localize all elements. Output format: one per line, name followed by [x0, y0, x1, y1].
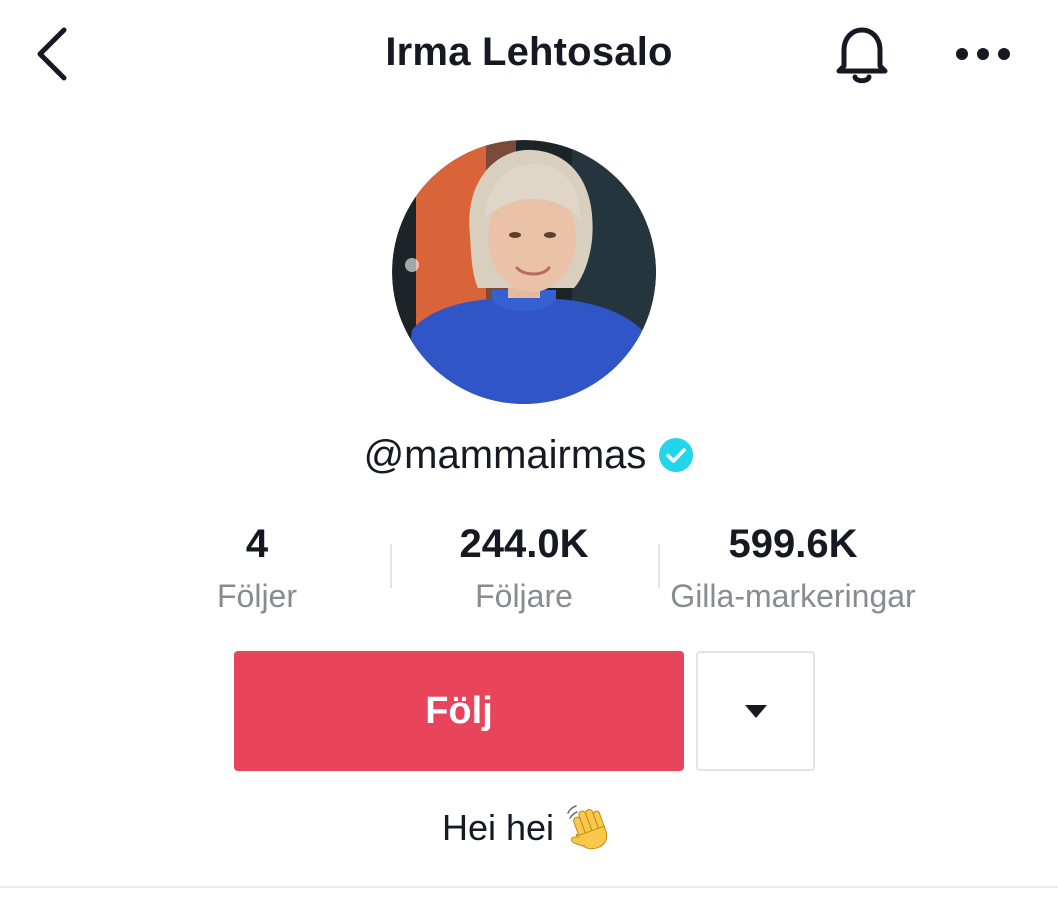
profile-page: Irma Lehtosalo @mammairmas 4 Följer 244.…: [0, 0, 1058, 910]
followers-count: 244.0K: [459, 522, 589, 566]
stat-divider: [390, 544, 392, 588]
profile-name-title: Irma Lehtosalo: [385, 30, 673, 74]
more-options-button[interactable]: [950, 32, 1016, 76]
following-count: 4: [245, 522, 269, 566]
stat-likes[interactable]: 599.6K Gilla-markeringar: [648, 518, 938, 618]
follow-button[interactable]: Följ: [234, 651, 684, 771]
handle-row: @mammairmas: [0, 430, 1058, 480]
avatar-photo: [392, 140, 656, 404]
profile-bio: Hei hei: [441, 807, 555, 848]
more-horizontal-icon: [956, 48, 1010, 60]
likes-count: 599.6K: [728, 522, 858, 566]
following-label: Följer: [216, 578, 297, 614]
followers-label: Följare: [475, 578, 573, 614]
bell-icon: [836, 27, 888, 84]
suggested-accounts-dropdown-button[interactable]: [696, 651, 815, 771]
caret-down-icon: [744, 705, 767, 718]
stat-followers[interactable]: 244.0K Följare: [424, 518, 624, 618]
notifications-button[interactable]: [830, 20, 894, 88]
profile-avatar[interactable]: [392, 140, 656, 404]
bio-row: Hei hei: [0, 800, 1058, 856]
verified-badge-icon: [659, 438, 694, 472]
stat-following[interactable]: 4 Följer: [172, 518, 342, 618]
waving-hand-emoji: [567, 805, 608, 850]
username-handle: @mammairmas: [363, 432, 647, 477]
section-divider: [0, 886, 1058, 888]
likes-label: Gilla-markeringar: [670, 578, 916, 614]
